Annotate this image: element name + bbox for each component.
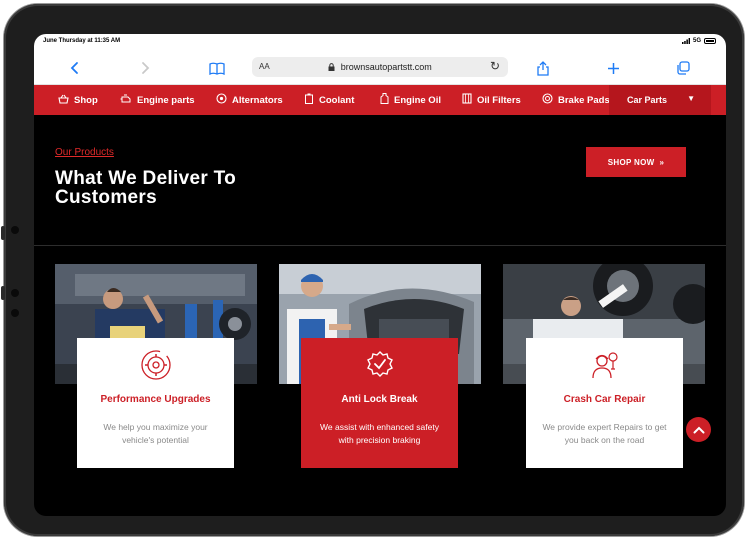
card-title: Crash Car Repair [563, 394, 646, 405]
status-bar: June Thursday at 11:35 AM 5G [34, 34, 726, 52]
nav-item-label: Engine Oil [394, 94, 441, 106]
section-heading: What We Deliver To Customers [55, 168, 237, 208]
forward-icon[interactable] [134, 57, 156, 79]
network-label: 5G [692, 38, 701, 44]
address-bar[interactable]: AA brownsautopartstt.com ↻ [252, 57, 508, 77]
volume-button [1, 226, 5, 240]
card-title: Performance Upgrades [100, 394, 211, 405]
coolant-icon [304, 93, 314, 107]
service-card-performance[interactable]: Performance Upgrades We help you maximiz… [77, 338, 234, 468]
nav-item-label: Alternators [232, 94, 283, 106]
scroll-to-top-button[interactable] [686, 417, 711, 442]
volume-button [1, 286, 5, 300]
new-tab-icon[interactable] [602, 57, 624, 79]
browser-toolbar: AA brownsautopartstt.com ↻ [34, 52, 726, 85]
status-time: June Thursday at 11:35 AM [43, 38, 121, 44]
card-title: Anti Lock Break [341, 394, 418, 405]
sensor-icon [11, 289, 19, 297]
nav-item-label: Oil Filters [477, 94, 521, 106]
battery-icon [704, 38, 716, 44]
share-icon[interactable] [532, 57, 554, 79]
sensor-icon [11, 309, 19, 317]
status-indicators: 5G [681, 38, 716, 44]
screen: June Thursday at 11:35 AM 5G AA brownsau… [34, 34, 726, 516]
nav-item-label: Coolant [319, 94, 355, 106]
nav-item-oil-filters[interactable]: Oil Filters [462, 85, 521, 115]
brake-icon [542, 93, 553, 107]
nav-item-engine-oil[interactable]: Engine Oil [380, 85, 441, 115]
reload-icon[interactable]: ↻ [490, 59, 500, 73]
card-description: We provide expert Repairs to get you bac… [542, 422, 667, 445]
badge-check-icon [301, 349, 458, 381]
card-description: We assist with enhanced safety with prec… [320, 422, 439, 445]
double-chevron-right-icon: » [659, 157, 665, 167]
chevron-up-icon [693, 426, 704, 433]
filter-icon [462, 93, 472, 107]
oil-bottle-icon [380, 93, 389, 107]
tablet-frame: June Thursday at 11:35 AM 5G AA brownsau… [1, 4, 744, 536]
nav-item-label: Engine parts [137, 94, 195, 106]
nav-item-alternators[interactable]: Alternators [216, 85, 283, 115]
bookmarks-icon[interactable] [206, 57, 228, 79]
service-card-crash-repair[interactable]: Crash Car Repair We provide expert Repai… [526, 338, 683, 468]
url-display: brownsautopartstt.com [252, 62, 508, 72]
nav-item-engine-parts[interactable]: Engine parts [120, 85, 195, 115]
divider [34, 245, 726, 246]
car-parts-dropdown[interactable]: Car Parts ▼ [609, 85, 711, 115]
mechanic-icon [526, 349, 683, 381]
nav-item-label: Brake Pads [558, 94, 610, 106]
tabs-icon[interactable] [672, 57, 694, 79]
dropdown-label: Car Parts [627, 95, 668, 105]
nav-item-coolant[interactable]: Coolant [304, 85, 354, 115]
nav-item-brake-pads[interactable]: Brake Pads [542, 85, 610, 115]
url-text: brownsautopartstt.com [340, 62, 432, 72]
card-description: We help you maximize your vehicle's pote… [103, 422, 208, 445]
camera-icon [11, 226, 19, 234]
signal-icon [681, 38, 690, 44]
nav-item-shop[interactable]: Shop [58, 85, 98, 115]
alternator-icon [216, 93, 227, 107]
back-icon[interactable] [64, 57, 86, 79]
shop-now-label: SHOP NOW [607, 157, 655, 167]
chevron-down-icon: ▼ [687, 94, 695, 103]
lock-icon [328, 63, 335, 71]
engine-icon [120, 94, 132, 107]
basket-icon [58, 94, 69, 107]
nav-item-label: Shop [74, 94, 98, 106]
service-card-anti-lock[interactable]: Anti Lock Break We assist with enhanced … [301, 338, 458, 468]
main-nav: Shop Engine parts Alternators Coolant En… [34, 85, 726, 115]
gear-settings-icon [77, 349, 234, 381]
section-kicker[interactable]: Our Products [55, 147, 114, 158]
shop-now-button[interactable]: SHOP NOW » [586, 147, 686, 177]
